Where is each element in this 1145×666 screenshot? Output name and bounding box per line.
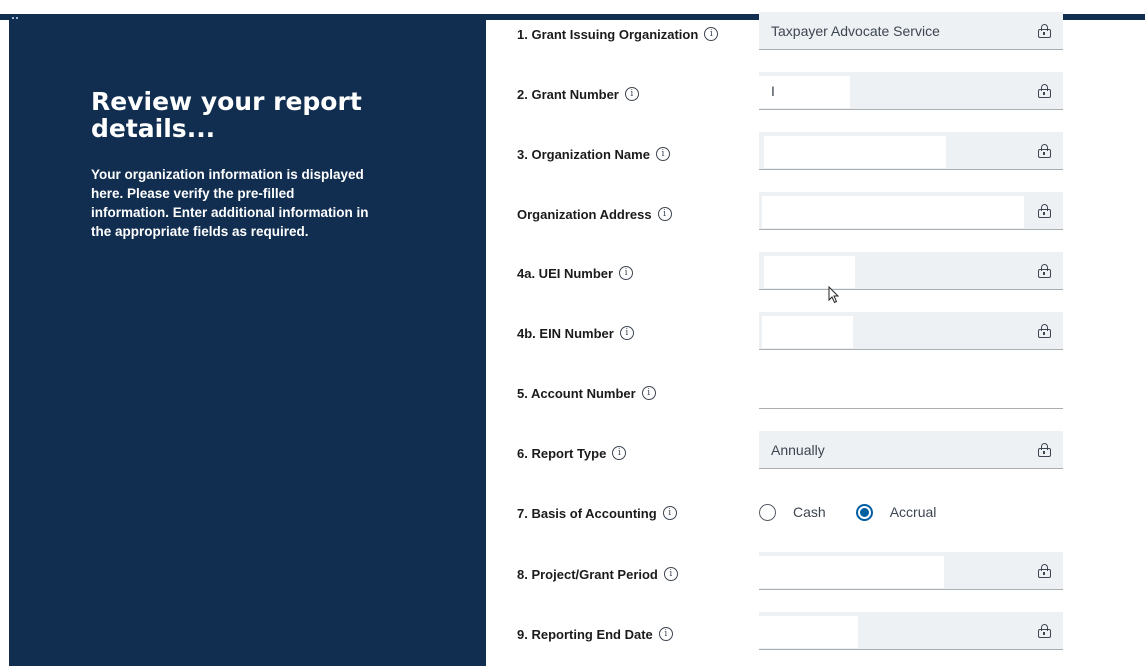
sidebar-panel: Review your report details... Your organ… — [9, 20, 486, 666]
redacted-value — [762, 316, 853, 348]
radio-cash[interactable]: Cash — [759, 503, 826, 521]
info-icon[interactable]: i — [655, 147, 670, 161]
label-report-type: 6. Report Type i — [517, 443, 627, 463]
info-icon[interactable]: i — [619, 326, 634, 340]
lock-icon — [1038, 623, 1051, 638]
lock-icon — [1038, 442, 1051, 457]
redacted-value — [759, 556, 944, 588]
info-icon[interactable]: i — [662, 506, 677, 520]
organization-name-field[interactable] — [759, 132, 1063, 170]
info-icon[interactable]: i — [612, 446, 627, 460]
lock-icon — [1038, 83, 1051, 98]
info-icon[interactable]: i — [624, 87, 639, 101]
label-grant-issuing-organization: 1. Grant Issuing Organization i — [517, 24, 719, 44]
label-project-grant-period: 8. Project/Grant Period i — [517, 564, 678, 584]
label-organization-address: Organization Address i — [517, 204, 672, 224]
uei-number-field[interactable] — [759, 252, 1063, 290]
lock-icon — [1038, 143, 1051, 158]
label-account-number: 5. Account Number i — [517, 383, 656, 403]
sidebar-description: Your organization information is display… — [91, 167, 369, 239]
label-grant-number: 2. Grant Number i — [517, 84, 639, 104]
report-type-field[interactable]: Annually — [759, 431, 1063, 469]
radio-accrual[interactable]: Accrual — [855, 503, 936, 521]
grant-issuing-organization-field[interactable]: Taxpayer Advocate Service — [759, 12, 1063, 50]
redacted-value — [759, 616, 858, 648]
grant-number-field[interactable]: I — [759, 72, 1063, 110]
info-icon[interactable]: i — [641, 386, 656, 400]
page-title: Review your report details... — [91, 87, 362, 143]
ein-number-field[interactable] — [759, 312, 1063, 350]
redacted-value — [764, 256, 855, 288]
project-grant-period-field[interactable] — [759, 552, 1063, 590]
info-icon[interactable]: i — [704, 27, 719, 41]
lock-icon — [1038, 563, 1051, 578]
reporting-end-date-field[interactable] — [759, 612, 1063, 650]
label-basis-of-accounting: 7. Basis of Accounting i — [517, 503, 677, 523]
label-organization-name: 3. Organization Name i — [517, 144, 670, 164]
label-reporting-end-date: 9. Reporting End Date i — [517, 624, 673, 644]
basis-of-accounting-radio-group: Cash Accrual — [759, 500, 966, 524]
report-details-form: 1. Grant Issuing Organization i Taxpayer… — [486, 12, 1145, 666]
lock-icon — [1038, 263, 1051, 278]
info-icon[interactable]: i — [663, 567, 678, 581]
redacted-value — [762, 196, 1024, 228]
info-icon[interactable]: i — [658, 627, 673, 641]
label-uei-number: 4a. UEI Number i — [517, 263, 634, 283]
corner-dots — [12, 6, 24, 19]
label-ein-number: 4b. EIN Number i — [517, 323, 634, 343]
account-number-input[interactable] — [759, 371, 1063, 409]
radio-accrual-circle[interactable] — [855, 503, 873, 521]
mouse-pointer-icon — [828, 286, 840, 304]
lock-icon — [1038, 323, 1051, 338]
lock-icon — [1038, 23, 1051, 38]
lock-icon — [1038, 203, 1051, 218]
radio-cash-circle[interactable] — [759, 503, 776, 521]
redacted-value — [764, 136, 946, 168]
info-icon[interactable]: i — [657, 207, 672, 221]
info-icon[interactable]: i — [619, 266, 634, 280]
organization-address-field[interactable] — [759, 192, 1063, 230]
